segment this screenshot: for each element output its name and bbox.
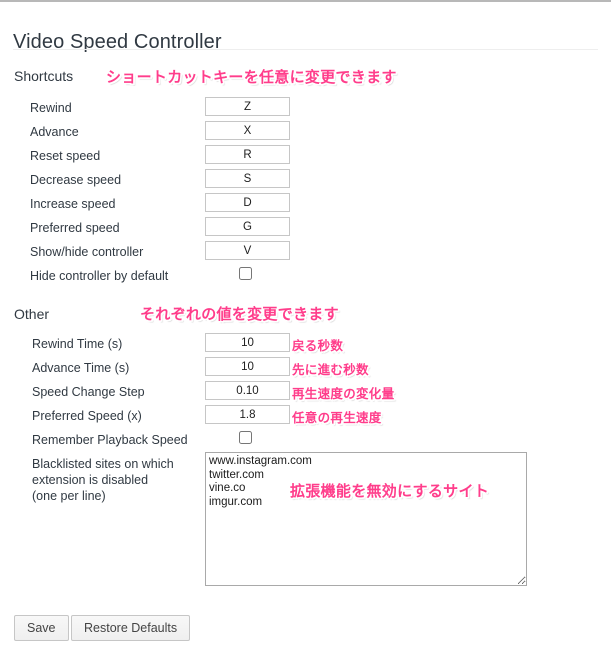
label-increase-speed: Increase speed	[30, 197, 116, 211]
annotation-other: それぞれの値を変更できます	[140, 305, 339, 323]
label-decrease-speed: Decrease speed	[30, 173, 122, 187]
save-button[interactable]: Save	[14, 615, 69, 641]
page-title: Video Speed Controller	[13, 31, 222, 54]
input-advance-time[interactable]	[205, 357, 290, 376]
label-blacklist-line1: Blacklisted sites on which	[32, 457, 174, 471]
annotation-blacklist: 拡張機能を無効にするサイト	[290, 482, 490, 500]
label-reset-speed: Reset speed	[30, 149, 101, 163]
label-blacklist-line2: extension is disabled	[32, 473, 149, 487]
restore-defaults-button[interactable]: Restore Defaults	[71, 615, 191, 641]
input-rewind-time[interactable]	[205, 333, 290, 352]
section-heading-shortcuts: Shortcuts	[14, 68, 74, 84]
textarea-blacklisted-sites[interactable]: www.instagram.com twitter.com vine.co im…	[205, 452, 527, 586]
input-speed-change-step[interactable]	[205, 381, 290, 400]
section-heading-other: Other	[14, 306, 50, 322]
annotation-preferred-speed-value: 任意の再生速度	[292, 410, 382, 425]
label-preferred-speed-value: Preferred Speed (x)	[32, 409, 142, 423]
label-remember-playback-speed: Remember Playback Speed	[32, 433, 188, 447]
input-advance-key[interactable]	[205, 121, 290, 140]
input-decrease-speed-key[interactable]	[205, 169, 290, 188]
annotation-speed-change-step: 再生速度の変化量	[292, 386, 395, 401]
label-advance: Advance	[30, 125, 79, 139]
label-blacklist-line3: (one per line)	[32, 489, 106, 503]
checkbox-hide-controller-by-default[interactable]	[239, 267, 252, 280]
annotation-shortcuts: ショートカットキーを任意に変更できます	[106, 68, 397, 86]
input-increase-speed-key[interactable]	[205, 193, 290, 212]
checkbox-remember-playback-speed[interactable]	[239, 431, 252, 444]
label-preferred-speed: Preferred speed	[30, 221, 120, 235]
input-rewind-key[interactable]	[205, 97, 290, 116]
annotation-advance-time: 先に進む秒数	[292, 362, 369, 377]
label-hide-controller-by-default: Hide controller by default	[30, 269, 169, 283]
input-preferred-speed-value[interactable]	[205, 405, 290, 424]
title-divider	[13, 49, 598, 50]
input-preferred-speed-key[interactable]	[205, 217, 290, 236]
label-rewind-time: Rewind Time (s)	[32, 337, 123, 351]
options-page: Video Speed Controller Shortcuts ショートカット…	[0, 2, 611, 656]
input-show-hide-controller-key[interactable]	[205, 241, 290, 260]
input-reset-speed-key[interactable]	[205, 145, 290, 164]
label-rewind: Rewind	[30, 101, 72, 115]
annotation-rewind-time: 戻る秒数	[292, 338, 344, 353]
label-speed-change-step: Speed Change Step	[32, 385, 145, 399]
label-advance-time: Advance Time (s)	[32, 361, 130, 375]
label-show-hide-controller: Show/hide controller	[30, 245, 144, 259]
